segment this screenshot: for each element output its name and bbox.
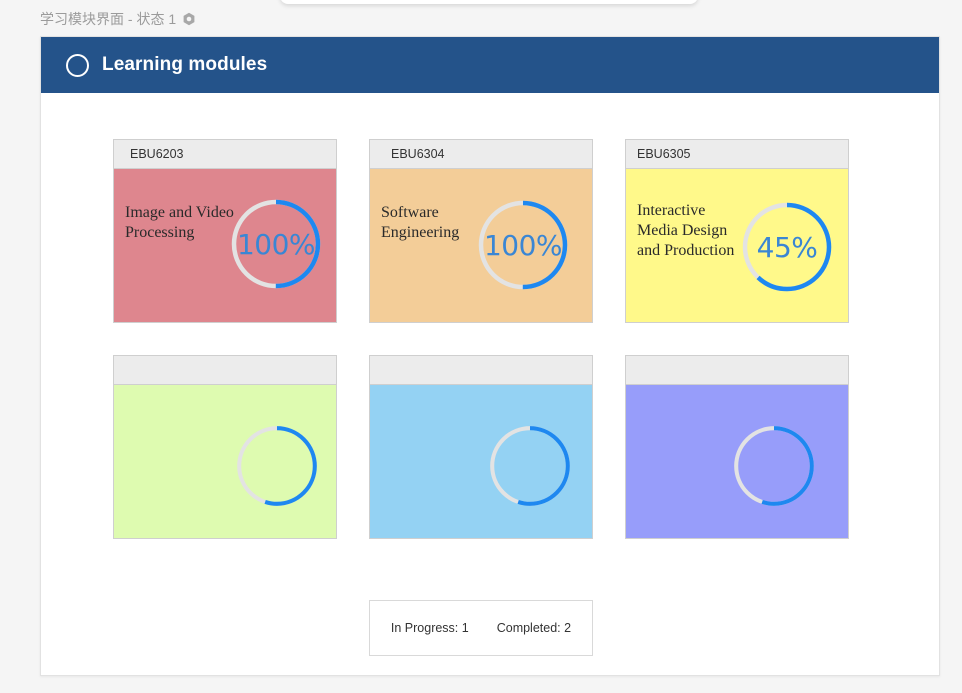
- module-card[interactable]: EBU6203 Image and Video Processing 100%: [113, 139, 337, 323]
- module-card-body: Software Engineering 100%: [370, 169, 592, 322]
- progress-percent: [232, 421, 322, 511]
- breadcrumb-text: 学习模块界面 - 状态 1: [40, 11, 177, 27]
- page-title: Learning modules: [102, 54, 268, 75]
- module-card[interactable]: EBU6305 Interactive Media Design and Pro…: [625, 139, 849, 323]
- panel-header: Learning modules: [41, 37, 939, 93]
- in-progress-stat: In Progress: 1: [391, 621, 469, 635]
- progress-summary: In Progress: 1 Completed: 2: [369, 600, 593, 656]
- module-card-body: Interactive Media Design and Production …: [626, 169, 848, 322]
- top-popover: [280, 0, 698, 4]
- module-card-body: [626, 385, 848, 538]
- module-code: [626, 356, 848, 385]
- module-code-text: EBU6304: [391, 147, 445, 161]
- module-code-text: EBU6203: [130, 147, 184, 161]
- module-code: [370, 356, 592, 385]
- gear-icon[interactable]: [182, 12, 196, 26]
- progress-ring: 100%: [226, 194, 326, 294]
- module-code-text: EBU6305: [637, 147, 691, 161]
- module-name: Image and Video Processing: [125, 204, 234, 241]
- progress-percent: 45%: [756, 230, 818, 264]
- module-card-body: [114, 385, 336, 538]
- progress-percent: 100%: [483, 228, 563, 262]
- progress-ring: [485, 421, 575, 511]
- progress-ring: 100%: [473, 195, 573, 295]
- progress-ring: 45%: [737, 197, 837, 297]
- learning-modules-panel: Learning modules EBU6203 Image and Video…: [40, 36, 940, 676]
- module-code: EBU6203: [114, 140, 336, 169]
- module-card[interactable]: EBU6304 Software Engineering 100%: [369, 139, 593, 323]
- progress-percent: [485, 421, 575, 511]
- progress-percent: [729, 421, 819, 511]
- breadcrumb: 学习模块界面 - 状态 1: [40, 9, 196, 29]
- module-name: Interactive Media Design and Production: [637, 202, 735, 259]
- progress-ring: [729, 421, 819, 511]
- module-code: EBU6304: [370, 140, 592, 169]
- module-card-body: Image and Video Processing 100%: [114, 169, 336, 322]
- module-card[interactable]: [113, 355, 337, 539]
- module-card[interactable]: [625, 355, 849, 539]
- progress-percent: 100%: [236, 227, 316, 261]
- in-progress-count: 1: [461, 621, 469, 635]
- circle-icon: [66, 53, 89, 77]
- module-code: [114, 356, 336, 385]
- module-code: EBU6305: [626, 140, 848, 169]
- module-card[interactable]: [369, 355, 593, 539]
- completed-label: Completed:: [496, 621, 561, 635]
- module-card-body: [370, 385, 592, 538]
- completed-stat: Completed: 2: [497, 621, 571, 635]
- progress-ring: [232, 421, 322, 511]
- in-progress-label: In Progress:: [390, 621, 459, 635]
- completed-count: 2: [564, 621, 572, 635]
